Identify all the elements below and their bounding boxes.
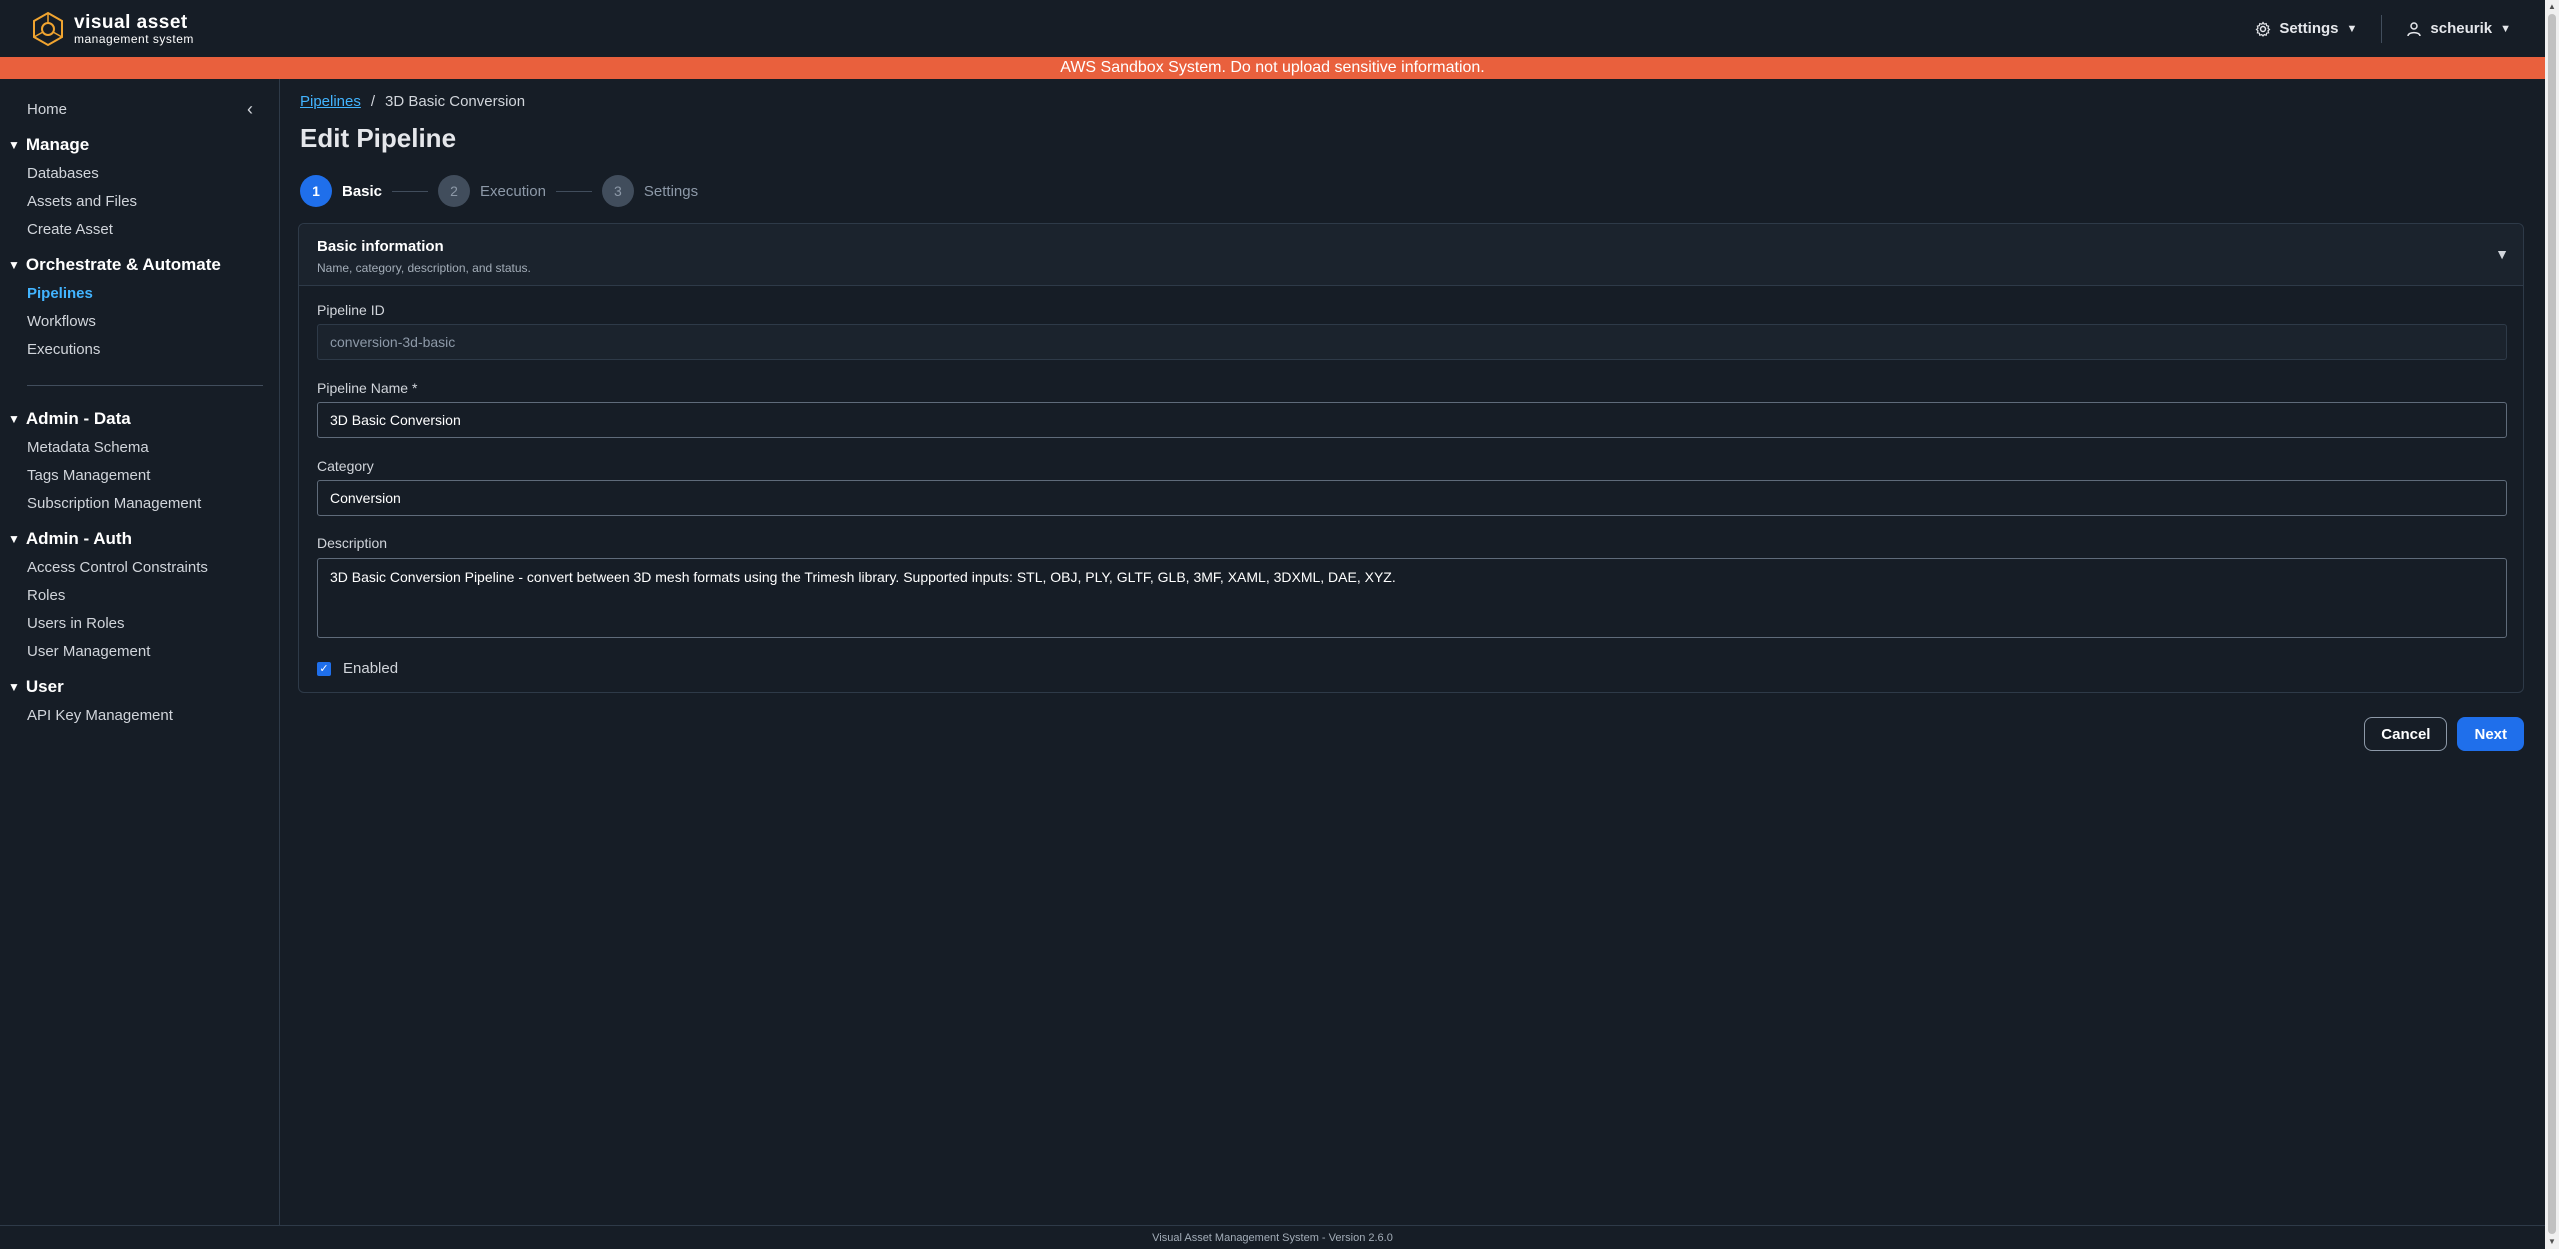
triangle-down-icon: ▼: [8, 412, 20, 426]
step-connector: [555, 190, 592, 192]
sidebar-item-create-asset[interactable]: Create Asset: [27, 221, 113, 238]
category-field[interactable]: Conversion: [317, 480, 2507, 516]
panel-title: Basic information: [317, 238, 444, 255]
sidebar-item-assets-and-files[interactable]: Assets and Files: [27, 193, 137, 210]
step-label: Basic: [342, 182, 383, 200]
triangle-down-icon: ▼: [8, 258, 20, 272]
main-content: Pipelines / 3D Basic Conversion Edit Pip…: [281, 79, 2545, 1225]
caret-down-icon: ▼: [2500, 22, 2511, 35]
breadcrumb-separator: /: [370, 93, 376, 110]
collapse-toggle-icon[interactable]: ▼: [2495, 246, 2509, 262]
sidebar-item-pipelines[interactable]: Pipelines: [27, 285, 93, 302]
category-label: Category: [317, 458, 374, 474]
description-label: Description: [317, 535, 388, 551]
settings-menu-button[interactable]: Settings ▼: [2251, 14, 2361, 43]
pipeline-id-field: conversion-3d-basic: [317, 324, 2507, 360]
sidebar-section-user[interactable]: ▼ User: [8, 677, 64, 697]
sandbox-warning-banner: AWS Sandbox System. Do not upload sensit…: [0, 57, 2545, 79]
vams-logo-icon: [33, 11, 63, 46]
sidebar-item-api-key-management[interactable]: API Key Management: [27, 707, 173, 724]
triangle-down-icon: ▼: [8, 532, 20, 546]
step-execution[interactable]: 2 Execution: [438, 175, 546, 207]
scroll-up-arrow-icon[interactable]: ▲: [2545, 0, 2559, 14]
sidebar-item-tags-management[interactable]: Tags Management: [27, 467, 150, 484]
breadcrumb: Pipelines / 3D Basic Conversion: [300, 93, 525, 110]
sidebar-item-users-in-roles[interactable]: Users in Roles: [27, 615, 125, 632]
sidebar-item-workflows[interactable]: Workflows: [27, 313, 96, 330]
footer-version-text: Visual Asset Management System - Version…: [1152, 1231, 1393, 1244]
user-label: scheurik: [2430, 20, 2493, 37]
step-label: Execution: [480, 182, 546, 200]
pipeline-name-field[interactable]: 3D Basic Conversion: [317, 402, 2507, 438]
sidebar-section-admin-data[interactable]: ▼ Admin - Data: [8, 409, 131, 429]
sidebar-item-databases[interactable]: Databases: [27, 165, 99, 182]
user-menu-button[interactable]: scheurik ▼: [2402, 14, 2515, 43]
scroll-down-arrow-icon[interactable]: ▼: [2545, 1235, 2559, 1249]
pipeline-name-label: Pipeline Name *: [317, 380, 418, 396]
step-number: 2: [438, 175, 471, 207]
sidebar-item-home[interactable]: Home: [27, 101, 67, 118]
step-number: 1: [300, 175, 332, 207]
brand-title: visual asset: [74, 11, 188, 33]
caret-down-icon: ▼: [2346, 22, 2358, 35]
sidebar-section-manage[interactable]: ▼ Manage: [8, 135, 89, 155]
wizard-steps: 1 Basic 2 Execution 3 Settings: [300, 175, 698, 207]
enabled-checkbox-row: ✓ Enabled: [317, 660, 398, 677]
step-basic[interactable]: 1 Basic: [300, 175, 382, 207]
scrollbar-thumb[interactable]: [2548, 14, 2556, 1234]
step-number: 3: [601, 175, 634, 207]
pipeline-id-label: Pipeline ID: [317, 302, 385, 318]
panel-header[interactable]: Basic information Name, category, descri…: [299, 224, 2523, 286]
page-scrollbar[interactable]: ▲ ▼: [2545, 0, 2559, 1249]
breadcrumb-link-pipelines[interactable]: Pipelines: [300, 93, 361, 110]
sidebar: Home ‹ ▼ Manage Databases Assets and Fil…: [0, 79, 280, 1225]
page-title: Edit Pipeline: [300, 123, 457, 153]
next-button[interactable]: Next: [2457, 717, 2524, 751]
sidebar-divider: [27, 385, 263, 386]
banner-text: AWS Sandbox System. Do not upload sensit…: [1060, 59, 1485, 76]
step-settings[interactable]: 3 Settings: [601, 175, 699, 207]
description-textarea[interactable]: 3D Basic Conversion Pipeline - convert b…: [317, 558, 2507, 638]
sidebar-item-user-management[interactable]: User Management: [27, 643, 150, 660]
settings-label: Settings: [2279, 20, 2339, 37]
sidebar-item-executions[interactable]: Executions: [27, 341, 100, 358]
form-actions: Cancel Next: [2364, 717, 2524, 751]
step-label: Settings: [643, 182, 699, 200]
triangle-down-icon: ▼: [8, 680, 20, 694]
sidebar-item-roles[interactable]: Roles: [27, 587, 65, 604]
top-navigation: visual asset management system Settings …: [0, 0, 2545, 57]
sidebar-section-orchestrate[interactable]: ▼ Orchestrate & Automate: [8, 255, 221, 275]
brand[interactable]: visual asset management system: [30, 11, 194, 47]
sidebar-section-admin-auth[interactable]: ▼ Admin - Auth: [8, 529, 132, 549]
user-icon: [2407, 21, 2422, 36]
enabled-checkbox[interactable]: ✓: [317, 661, 331, 676]
breadcrumb-current: 3D Basic Conversion: [385, 93, 526, 110]
step-connector: [392, 190, 429, 192]
enabled-label: Enabled: [343, 660, 399, 677]
sidebar-item-access-control-constraints[interactable]: Access Control Constraints: [27, 559, 208, 576]
basic-information-panel: Basic information Name, category, descri…: [298, 223, 2524, 693]
sidebar-item-metadata-schema[interactable]: Metadata Schema: [27, 439, 149, 456]
sidebar-item-subscription-management[interactable]: Subscription Management: [27, 495, 201, 512]
triangle-down-icon: ▼: [8, 138, 20, 152]
footer: Visual Asset Management System - Version…: [0, 1225, 2545, 1249]
gear-icon: [2255, 20, 2271, 37]
cancel-button[interactable]: Cancel: [2364, 717, 2448, 751]
panel-description: Name, category, description, and status.: [317, 261, 531, 275]
chevron-left-icon[interactable]: ‹: [240, 99, 260, 119]
brand-subtitle: management system: [74, 31, 194, 46]
nav-divider: [2381, 14, 2383, 43]
